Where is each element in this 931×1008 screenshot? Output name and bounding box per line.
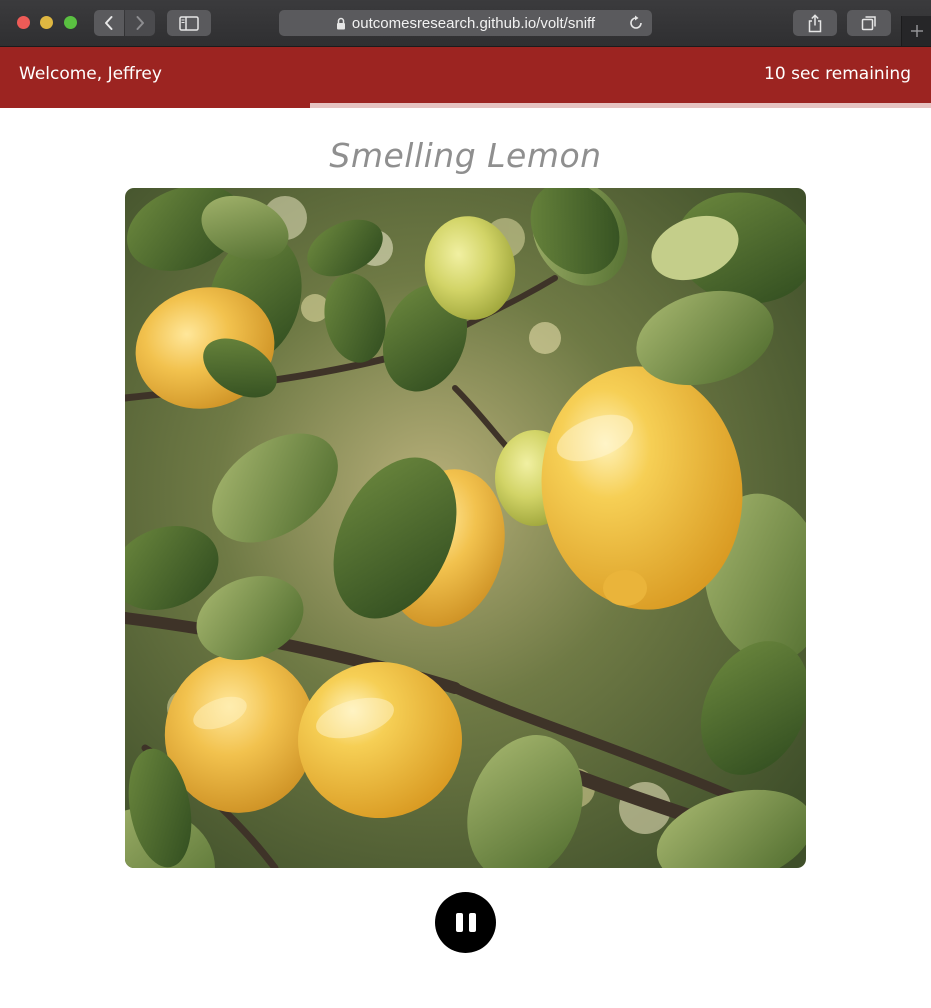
sidebar-toggle-button[interactable] bbox=[167, 10, 211, 36]
close-window-button[interactable] bbox=[17, 16, 30, 29]
forward-button[interactable] bbox=[125, 10, 155, 36]
address-bar[interactable]: outcomesresearch.github.io/volt/sniff bbox=[279, 10, 652, 36]
countdown-progress-bar bbox=[0, 103, 931, 108]
tabs-overview-icon bbox=[861, 16, 876, 31]
chevron-right-icon bbox=[136, 16, 144, 30]
minimize-window-button[interactable] bbox=[40, 16, 53, 29]
share-button[interactable] bbox=[793, 10, 837, 36]
browser-window: outcomesresearch.github.io/volt/sniff We… bbox=[0, 0, 931, 1008]
page-title: Smelling Lemon bbox=[329, 136, 602, 175]
app-header: Welcome, Jeffrey 10 sec remaining bbox=[0, 47, 931, 103]
share-icon bbox=[808, 13, 822, 32]
zoom-window-button[interactable] bbox=[64, 16, 77, 29]
tab-overview-button[interactable] bbox=[847, 10, 891, 36]
pause-icon-bar bbox=[468, 913, 476, 932]
lock-icon bbox=[336, 17, 346, 30]
welcome-message: Welcome, Jeffrey bbox=[19, 64, 162, 84]
lemon-photo bbox=[125, 188, 806, 868]
pause-button[interactable] bbox=[435, 892, 496, 953]
time-remaining: 10 sec remaining bbox=[764, 64, 911, 84]
lemon-tree-illustration bbox=[125, 188, 806, 868]
reload-icon[interactable] bbox=[628, 15, 644, 31]
browser-toolbar: outcomesresearch.github.io/volt/sniff bbox=[0, 0, 931, 47]
back-button[interactable] bbox=[94, 10, 124, 36]
countdown-progress-fill bbox=[310, 103, 931, 108]
address-url: outcomesresearch.github.io/volt/sniff bbox=[351, 14, 596, 32]
new-tab-button[interactable] bbox=[901, 16, 931, 46]
plus-icon bbox=[911, 25, 923, 37]
pause-icon bbox=[455, 913, 463, 932]
sidebar-icon bbox=[179, 15, 199, 31]
chevron-left-icon bbox=[105, 16, 113, 30]
